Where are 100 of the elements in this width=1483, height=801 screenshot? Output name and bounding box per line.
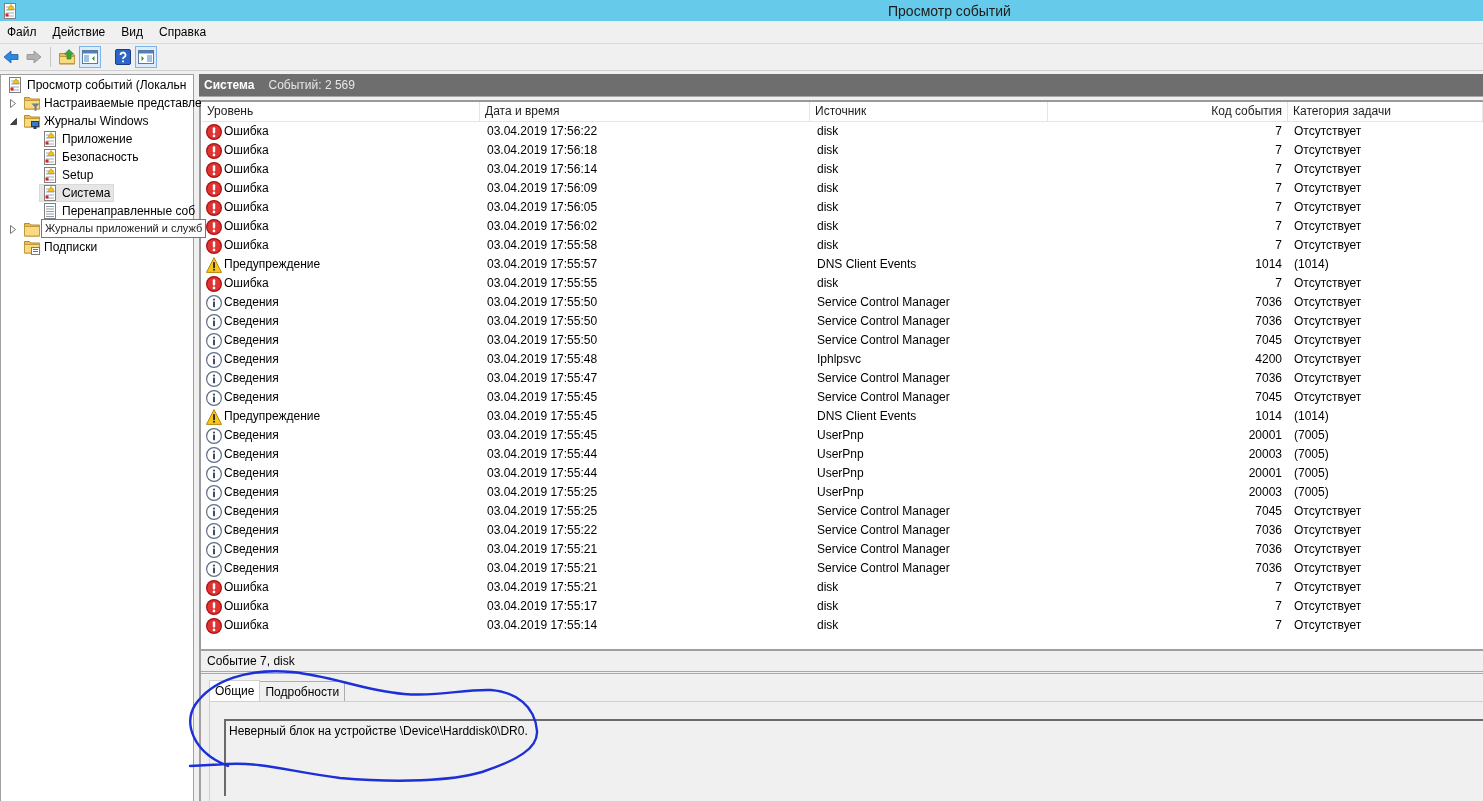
table-row[interactable]: Сведения 03.04.2019 17:55:45 Service Control Manager 7045 Отсутствует — [202, 388, 1483, 407]
column-header[interactable]: Источник — [810, 102, 1048, 121]
table-row[interactable]: Сведения 03.04.2019 17:55:44 UserPnp 20003 (7005) — [202, 445, 1483, 464]
table-row[interactable]: Сведения 03.04.2019 17:55:22 Service Control Manager 7036 Отсутствует — [202, 521, 1483, 540]
table-row[interactable]: Ошибка 03.04.2019 17:55:58 disk 7 Отсутствует — [202, 236, 1483, 255]
table-cell-text: UserPnp — [816, 484, 865, 501]
table-cell-text: 03.04.2019 17:55:48 — [486, 351, 599, 368]
tree-item[interactable]: Система — [39, 184, 115, 202]
show-actions-button[interactable] — [135, 46, 157, 68]
show-tree-button[interactable] — [79, 46, 101, 68]
column-header[interactable]: Категория задачи — [1288, 102, 1483, 121]
menu-item[interactable]: Справка — [153, 23, 213, 41]
table-cell-text: Отсутствует — [1293, 560, 1363, 577]
table-row[interactable]: Предупреждение 03.04.2019 17:55:57 DNS Client Events 1014 (1014) — [202, 255, 1483, 274]
table-row[interactable]: Сведения 03.04.2019 17:55:25 Service Control Manager 7045 Отсутствует — [202, 502, 1483, 521]
tree-item[interactable]: Setup — [39, 166, 98, 184]
table-row[interactable]: Сведения 03.04.2019 17:55:21 Service Control Manager 7036 Отсутствует — [202, 540, 1483, 559]
table-cell-text: Service Control Manager — [816, 503, 951, 520]
menu-item[interactable]: Файл — [1, 23, 43, 41]
tab[interactable]: Подробности — [259, 681, 346, 701]
table-row[interactable]: Сведения 03.04.2019 17:55:50 Service Control Manager 7036 Отсутствует — [202, 293, 1483, 312]
up-level-button[interactable] — [56, 46, 78, 68]
table-cell-text: Сведения — [224, 503, 279, 520]
table-cell-text: DNS Client Events — [816, 408, 918, 425]
table-cell-text: 03.04.2019 17:55:21 — [486, 579, 599, 596]
info-icon — [206, 294, 222, 311]
table-row[interactable]: Сведения 03.04.2019 17:55:48 Iphlpsvc 4200 Отсутствует — [202, 350, 1483, 369]
column-header[interactable]: Дата и время — [480, 102, 810, 121]
table-cell-text: 03.04.2019 17:55:44 — [486, 446, 599, 463]
help-button[interactable] — [112, 46, 134, 68]
table-cell-text: 03.04.2019 17:55:17 — [486, 598, 599, 615]
table-cell-text: Отсутствует — [1293, 275, 1363, 292]
table-cell-text: Отсутствует — [1293, 161, 1363, 178]
warning-icon — [206, 408, 222, 425]
tree-item[interactable]: Безопасность — [39, 148, 143, 166]
tooltip: Журналы приложений и служб — [41, 219, 207, 238]
table-row[interactable]: Ошибка 03.04.2019 17:55:21 disk 7 Отсутствует — [202, 578, 1483, 597]
tree-item[interactable]: Подписки — [21, 238, 102, 256]
table-cell-text: 20001 — [1247, 465, 1283, 482]
column-header[interactable]: Уровень — [202, 102, 480, 121]
info-icon — [206, 560, 222, 577]
table-row[interactable]: Сведения 03.04.2019 17:55:45 UserPnp 20001 (7005) — [202, 426, 1483, 445]
column-header[interactable]: Код события — [1048, 102, 1288, 121]
error-icon — [206, 598, 222, 615]
table-row[interactable]: Ошибка 03.04.2019 17:56:22 disk 7 Отсутствует — [202, 122, 1483, 141]
table-cell-text: (7005) — [1293, 465, 1330, 482]
table-row[interactable]: Сведения 03.04.2019 17:55:47 Service Control Manager 7036 Отсутствует — [202, 369, 1483, 388]
table-row[interactable]: Ошибка 03.04.2019 17:55:14 disk 7 Отсутствует — [202, 616, 1483, 635]
tree-item[interactable]: Приложение — [39, 130, 137, 148]
table-cell-text: 03.04.2019 17:56:14 — [486, 161, 599, 178]
error-icon — [206, 218, 222, 235]
description-field[interactable]: Неверный блок на устройстве \Device\Harddisk0\DR0. — [224, 719, 1483, 796]
table-cell-text: 03.04.2019 17:56:09 — [486, 180, 599, 197]
menu-item[interactable]: Действие — [46, 23, 112, 41]
table-cell-text: 03.04.2019 17:55:25 — [486, 484, 599, 501]
warning-icon — [206, 256, 222, 273]
table-row[interactable]: Ошибка 03.04.2019 17:56:05 disk 7 Отсутствует — [202, 198, 1483, 217]
table-cell-text: disk — [816, 123, 840, 140]
table-row[interactable]: Ошибка 03.04.2019 17:55:55 disk 7 Отсутствует — [202, 274, 1483, 293]
table-row[interactable]: Сведения 03.04.2019 17:55:21 Service Control Manager 7036 Отсутствует — [202, 559, 1483, 578]
tree-item[interactable]: Перенаправленные соб — [39, 202, 200, 220]
table-row[interactable]: Ошибка 03.04.2019 17:55:17 disk 7 Отсутствует — [202, 597, 1483, 616]
table-row[interactable]: Ошибка 03.04.2019 17:56:18 disk 7 Отсутствует — [202, 141, 1483, 160]
table-cell-text: 7 — [1274, 199, 1283, 216]
table-cell-text: disk — [816, 237, 840, 254]
table-row[interactable]: Ошибка 03.04.2019 17:56:14 disk 7 Отсутствует — [202, 160, 1483, 179]
table-row[interactable]: Ошибка 03.04.2019 17:56:09 disk 7 Отсутствует — [202, 179, 1483, 198]
menu-item[interactable]: Вид — [115, 23, 149, 41]
table-cell-text: Service Control Manager — [816, 389, 951, 406]
table-cell-text: disk — [816, 199, 840, 216]
table-cell-text: disk — [816, 218, 840, 235]
table-row[interactable]: Сведения 03.04.2019 17:55:50 Service Control Manager 7036 Отсутствует — [202, 312, 1483, 331]
table-cell-text: DNS Client Events — [816, 256, 918, 273]
caret-right-icon[interactable] — [10, 98, 16, 108]
tree-item[interactable] — [21, 220, 41, 238]
folder-icon — [24, 221, 40, 237]
table-cell-text: 03.04.2019 17:56:18 — [486, 142, 599, 159]
tree-item[interactable]: Журналы Windows — [21, 112, 153, 130]
info-icon — [206, 351, 222, 368]
tab[interactable]: Общие — [209, 680, 261, 701]
table-row[interactable]: Сведения 03.04.2019 17:55:50 Service Control Manager 7045 Отсутствует — [202, 331, 1483, 350]
tree-item[interactable]: Просмотр событий (Локальн — [4, 76, 191, 94]
table-cell-text: 7045 — [1254, 389, 1283, 406]
table-cell-text: Отсутствует — [1293, 522, 1363, 539]
table-cell-text: (7005) — [1293, 427, 1330, 444]
table-row[interactable]: Сведения 03.04.2019 17:55:25 UserPnp 20003 (7005) — [202, 483, 1483, 502]
log-title: Система — [204, 78, 255, 92]
table-cell-text: 7045 — [1254, 332, 1283, 349]
error-icon — [206, 237, 222, 254]
table-cell-text: disk — [816, 617, 840, 634]
error-icon — [206, 617, 222, 634]
table-row[interactable]: Сведения 03.04.2019 17:55:44 UserPnp 20001 (7005) — [202, 464, 1483, 483]
table-cell-text: 03.04.2019 17:55:55 — [486, 275, 599, 292]
caret-down-icon[interactable] — [9, 117, 17, 125]
table-cell-text: 03.04.2019 17:55:50 — [486, 294, 599, 311]
table-cell-text: 03.04.2019 17:56:22 — [486, 123, 599, 140]
table-cell-text: 7 — [1274, 579, 1283, 596]
table-row[interactable]: Предупреждение 03.04.2019 17:55:45 DNS Client Events 1014 (1014) — [202, 407, 1483, 426]
table-cell-text: Service Control Manager — [816, 522, 951, 539]
caret-right-icon[interactable] — [10, 224, 16, 234]
